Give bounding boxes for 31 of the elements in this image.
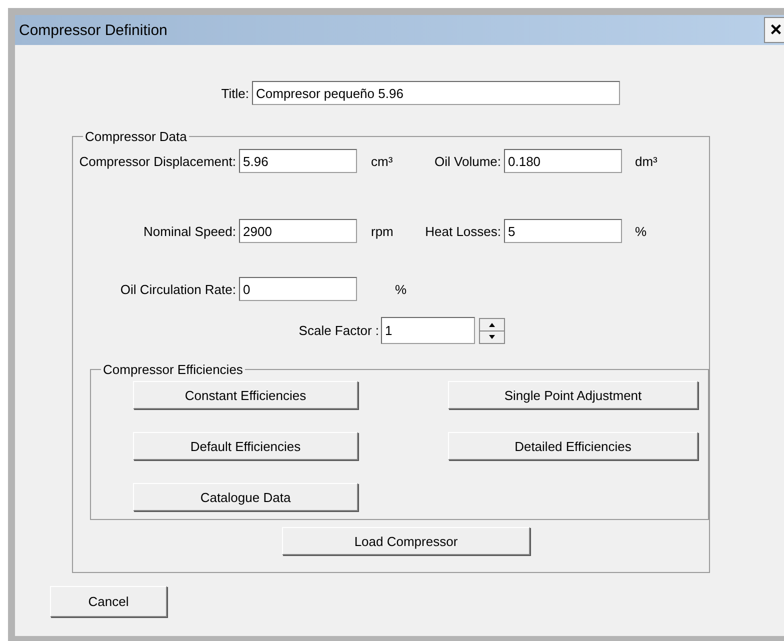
unit-label: rpm (370, 224, 394, 238)
input-field[interactable]: 0.180 (504, 149, 622, 173)
efficiency-button[interactable]: Default Efficiencies (133, 432, 358, 460)
field-label: Title: (220, 86, 249, 100)
efficiency-button[interactable]: Single Point Adjustment (448, 381, 698, 409)
efficiency-button[interactable]: Constant Efficiencies (133, 381, 358, 409)
field-label: Oil Circulation Rate: (119, 282, 236, 296)
title-field[interactable]: Compresor pequeño 5.96 (252, 81, 620, 105)
close-button[interactable]: × (764, 17, 784, 43)
unit-label: % (394, 282, 407, 296)
cancel-button[interactable]: Cancel (50, 586, 167, 617)
unit-label: dm³ (634, 154, 658, 168)
field-label: Heat Losses: (424, 224, 501, 238)
field-label: Compressor Displacement: (78, 154, 236, 168)
efficiency-button[interactable]: Catalogue Data (133, 483, 358, 511)
group-legend: Compressor Efficiencies (101, 362, 245, 377)
window-title: Compressor Definition (19, 22, 168, 38)
input-field[interactable]: 2900 (239, 219, 357, 243)
input-field[interactable]: 5 (504, 219, 622, 243)
unit-label: cm³ (370, 154, 394, 168)
field-label: Scale Factor : (298, 323, 379, 338)
field-label: Nominal Speed: (142, 224, 236, 238)
load-button[interactable]: Load Compressor (282, 527, 530, 555)
input-field[interactable]: 0 (239, 277, 357, 301)
input-field[interactable]: 5.96 (239, 149, 357, 173)
unit-label: % (634, 224, 648, 238)
input-field[interactable]: 1 (381, 317, 475, 344)
efficiency-button[interactable]: Detailed Efficiencies (448, 432, 698, 460)
field-label: Oil Volume: (434, 154, 501, 168)
spinner[interactable] (479, 318, 505, 344)
group-legend: Compressor Data (83, 129, 189, 144)
